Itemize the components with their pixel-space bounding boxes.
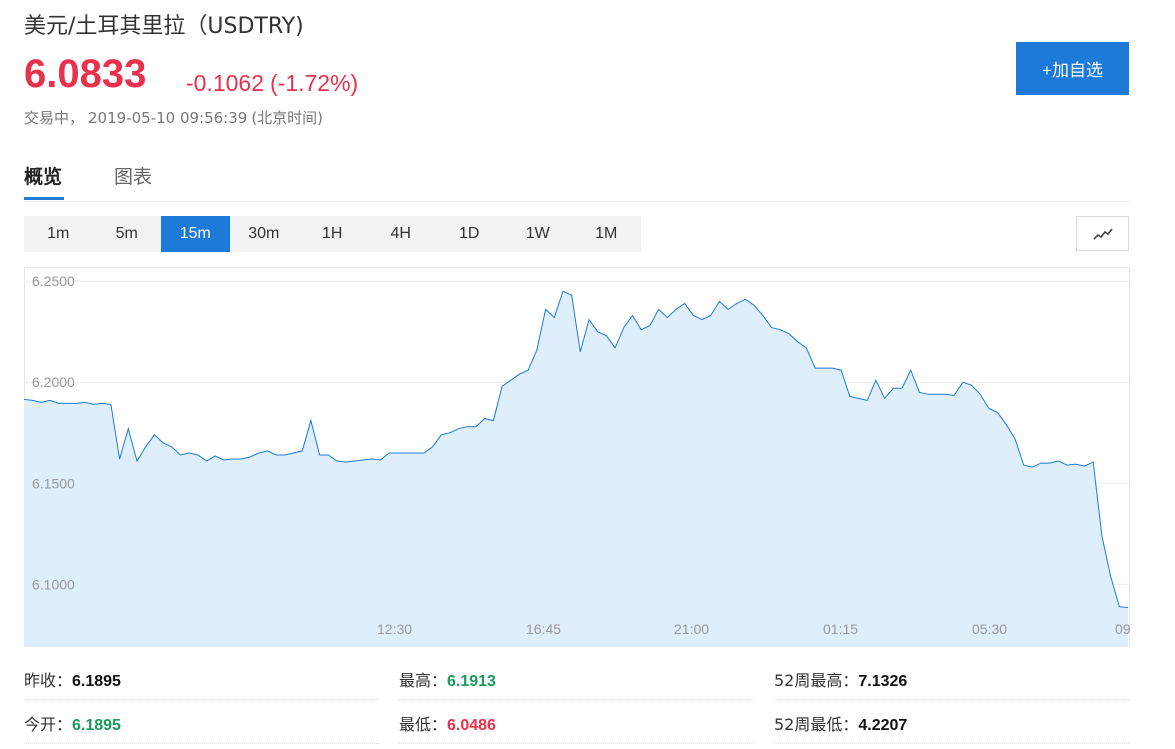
interval-1h[interactable]: 1H [298,216,367,252]
stat-52w-low: 52周最低：4.2207 [774,711,907,735]
status-label: 交易中， [24,109,85,127]
stat-label: 最低： [399,715,448,734]
tab-chart[interactable]: 图表 [114,162,152,189]
y-tick-label: 6.1000 [32,576,75,592]
divider [24,699,379,700]
add-watchlist-button[interactable]: +加自选 [1016,42,1129,95]
timezone: (北京时间) [251,109,324,127]
stat-label: 今开： [24,715,73,734]
trade-status: 交易中， 2019-05-10 09:56:39 (北京时间) [24,107,327,128]
stat-prev-close: 昨收：6.1895 [24,667,121,691]
interval-selector: 1m 5m 15m 30m 1H 4H 1D 1W 1M [24,216,641,252]
stat-label: 52周最高： [774,671,859,690]
change-percent: (-1.72%) [270,70,359,96]
active-tab-indicator [24,197,64,200]
stat-label: 最高： [399,671,448,690]
divider [774,699,1129,700]
stat-open: 今开：6.1895 [24,711,121,735]
x-tick-label: 21:00 [674,621,709,637]
stat-low: 最低：6.0486 [399,711,496,735]
chart-svg: 6.2500 6.2000 6.1500 6.1000 12:30 16:45 21:00… [23,267,1142,647]
timestamp: 2019-05-10 09:56:39 [88,109,248,127]
stat-52w-high: 52周最高：7.1326 [774,667,907,691]
divider [399,743,754,744]
price-change: -0.1062 (-1.72%) [186,70,364,97]
x-tick-label: 12:30 [377,621,412,637]
x-tick-label: 01:15 [823,621,858,637]
stat-value: 6.1895 [72,673,121,690]
x-tick-label: 09:4 [1115,621,1130,637]
tab-overview[interactable]: 概览 [24,162,62,189]
interval-1mo[interactable]: 1M [572,216,641,252]
stat-value: 7.1326 [858,673,908,690]
stat-high: 最高：6.1913 [399,667,496,691]
change-value: -0.1062 [186,70,265,96]
current-price: 6.0833 [24,52,147,96]
chart-type-button[interactable] [1076,216,1129,251]
x-tick-label: 16:45 [526,621,561,637]
stat-value: 6.0486 [447,717,496,734]
interval-1d[interactable]: 1D [435,216,504,252]
tab-bar: 概览 图表 [24,158,1129,202]
x-tick-label: 05:30 [972,621,1007,637]
page-title: 美元/土耳其里拉（USDTRY) [24,14,304,39]
stat-label: 昨收： [24,671,73,690]
interval-1w[interactable]: 1W [504,216,573,252]
interval-1m[interactable]: 1m [24,216,93,252]
stat-value: 6.1913 [447,673,496,690]
stat-value: 6.1895 [72,717,121,734]
price-chart[interactable]: 6.2500 6.2000 6.1500 6.1000 12:30 16:45 21:00… [23,267,1142,647]
divider [774,743,1129,744]
stat-label: 52周最低： [774,715,859,734]
stat-value: 4.2207 [858,717,908,734]
divider [399,699,754,700]
y-tick-label: 6.1500 [32,475,75,491]
interval-15m[interactable]: 15m [161,216,230,252]
divider [24,743,379,744]
interval-4h[interactable]: 4H [367,216,436,252]
line-chart-icon [1092,228,1113,240]
interval-30m[interactable]: 30m [230,216,299,252]
y-tick-label: 6.2000 [32,374,75,390]
interval-5m[interactable]: 5m [93,216,162,252]
y-tick-label: 6.2500 [32,273,75,289]
